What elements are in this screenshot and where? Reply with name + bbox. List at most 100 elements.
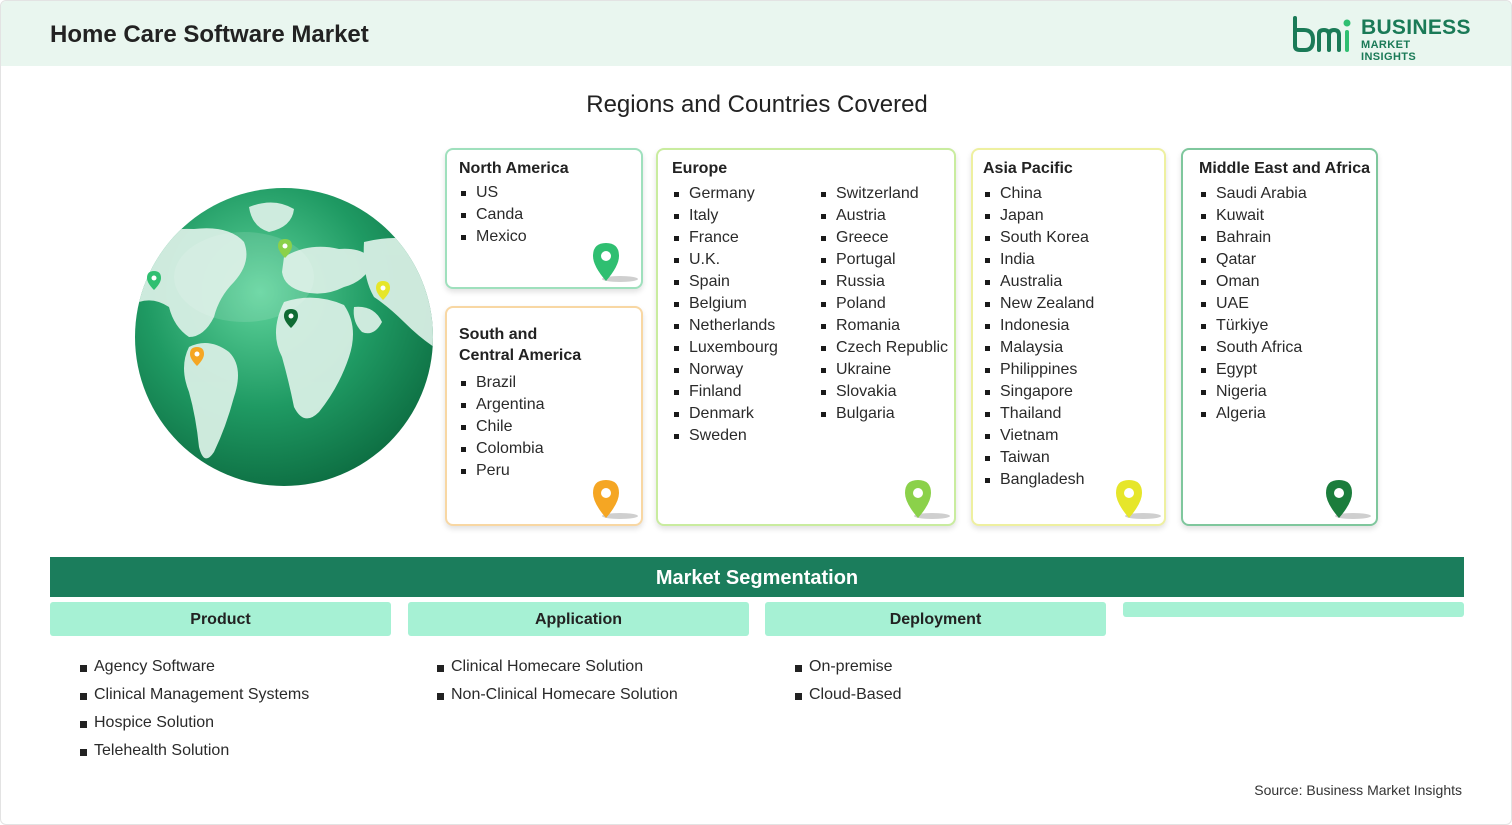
- country-item: Saudi Arabia: [1199, 183, 1307, 205]
- country-item: Philippines: [983, 359, 1094, 381]
- country-item: New Zealand: [983, 293, 1094, 315]
- region-card-europe: Europe Germany Italy France U.K. Spain B…: [656, 148, 956, 526]
- region-title-line2: Central America: [459, 347, 582, 364]
- segment-header-deployment: Deployment: [765, 602, 1106, 636]
- brand-logo: BUSINESS MARKET INSIGHTS: [1291, 16, 1470, 63]
- country-list: US Canda Mexico: [459, 182, 527, 248]
- header: Home Care Software Market BUSINESS MARKE…: [1, 1, 1511, 66]
- country-item: Austria: [819, 205, 948, 227]
- location-pin-icon: [593, 243, 638, 282]
- segment-item: Hospice Solution: [80, 709, 309, 737]
- country-item: France: [672, 227, 778, 249]
- country-item: Bangladesh: [983, 469, 1094, 491]
- country-item: Czech Republic: [819, 337, 948, 359]
- segment-item: Cloud-Based: [795, 681, 902, 709]
- page-frame: Home Care Software Market BUSINESS MARKE…: [0, 0, 1512, 825]
- country-item: Switzerland: [819, 183, 948, 205]
- country-item: UAE: [1199, 293, 1307, 315]
- page-title: Home Care Software Market: [50, 21, 369, 48]
- country-item: Australia: [983, 271, 1094, 293]
- country-item: Singapore: [983, 381, 1094, 403]
- location-pin-icon: [593, 480, 638, 519]
- region-card-south-central-america: South and Central America Brazil Argenti…: [445, 306, 643, 526]
- country-item: Argentina: [459, 394, 545, 416]
- country-list: Saudi Arabia Kuwait Bahrain Qatar Oman U…: [1199, 183, 1307, 425]
- country-item: Bahrain: [1199, 227, 1307, 249]
- region-card-asia-pacific: Asia Pacific China Japan South Korea Ind…: [971, 148, 1166, 526]
- region-title: South and Central America: [459, 324, 581, 366]
- segment-item: Clinical Management Systems: [80, 681, 309, 709]
- logo-text-line2: MARKET INSIGHTS: [1361, 39, 1417, 63]
- country-list-col1: Germany Italy France U.K. Spain Belgium …: [672, 183, 778, 447]
- section-subtitle: Regions and Countries Covered: [586, 91, 928, 118]
- country-item: Norway: [672, 359, 778, 381]
- country-item: Türkiye: [1199, 315, 1307, 337]
- country-item: Peru: [459, 460, 545, 482]
- segment-item: Telehealth Solution: [80, 737, 309, 765]
- country-item: Chile: [459, 416, 545, 438]
- region-card-north-america: North America US Canda Mexico: [445, 148, 643, 289]
- country-item: Colombia: [459, 438, 545, 460]
- country-item: U.K.: [672, 249, 778, 271]
- region-title: Middle East and Africa: [1199, 160, 1370, 177]
- country-item: Slovakia: [819, 381, 948, 403]
- segment-header-empty: [1123, 602, 1464, 617]
- country-item: India: [983, 249, 1094, 271]
- logo-text-line1: BUSINESS: [1361, 16, 1471, 39]
- country-item: Italy: [672, 205, 778, 227]
- country-list-col2: Switzerland Austria Greece Portugal Russ…: [819, 183, 948, 425]
- country-item: Bulgaria: [819, 403, 948, 425]
- globe-illustration: [134, 187, 434, 487]
- country-item: Russia: [819, 271, 948, 293]
- segment-list-deployment: On-premise Cloud-Based: [795, 653, 902, 709]
- segment-item: On-premise: [795, 653, 902, 681]
- country-item: Japan: [983, 205, 1094, 227]
- location-pin-icon: [1326, 480, 1371, 519]
- country-item: Brazil: [459, 372, 545, 394]
- country-item: Canda: [459, 204, 527, 226]
- region-card-middle-east-africa: Middle East and Africa Saudi Arabia Kuwa…: [1181, 148, 1378, 526]
- country-item: Portugal: [819, 249, 948, 271]
- country-item: Greece: [819, 227, 948, 249]
- country-item: Indonesia: [983, 315, 1094, 337]
- country-item: Luxembourg: [672, 337, 778, 359]
- segmentation-title-bar: Market Segmentation: [50, 557, 1464, 597]
- segment-item: Non-Clinical Homecare Solution: [437, 681, 678, 709]
- country-item: Qatar: [1199, 249, 1307, 271]
- segment-list-product: Agency Software Clinical Management Syst…: [80, 653, 309, 765]
- country-item: Belgium: [672, 293, 778, 315]
- country-item: Finland: [672, 381, 778, 403]
- segment-list-application: Clinical Homecare Solution Non-Clinical …: [437, 653, 678, 709]
- segment-header-application: Application: [408, 602, 749, 636]
- country-item: South Korea: [983, 227, 1094, 249]
- country-item: Egypt: [1199, 359, 1307, 381]
- region-title: Asia Pacific: [983, 160, 1073, 177]
- country-item: Ukraine: [819, 359, 948, 381]
- region-title: North America: [459, 160, 569, 177]
- country-item: China: [983, 183, 1094, 205]
- country-item: US: [459, 182, 527, 204]
- location-pin-icon: [905, 480, 950, 519]
- segment-item: Clinical Homecare Solution: [437, 653, 678, 681]
- country-list: China Japan South Korea India Australia …: [983, 183, 1094, 491]
- country-item: Algeria: [1199, 403, 1307, 425]
- region-title: Europe: [672, 160, 728, 177]
- country-item: Taiwan: [983, 447, 1094, 469]
- country-item: Germany: [672, 183, 778, 205]
- country-item: Malaysia: [983, 337, 1094, 359]
- country-item: Romania: [819, 315, 948, 337]
- country-item: Sweden: [672, 425, 778, 447]
- bmi-logo-icon: [1293, 16, 1351, 52]
- country-item: Kuwait: [1199, 205, 1307, 227]
- country-item: Thailand: [983, 403, 1094, 425]
- country-item: Oman: [1199, 271, 1307, 293]
- country-list: Brazil Argentina Chile Colombia Peru: [459, 372, 545, 482]
- region-title-line1: South and: [459, 326, 538, 343]
- source-note: Source: Business Market Insights: [1254, 782, 1462, 798]
- country-item: Netherlands: [672, 315, 778, 337]
- country-item: Poland: [819, 293, 948, 315]
- segment-item: Agency Software: [80, 653, 309, 681]
- country-item: Vietnam: [983, 425, 1094, 447]
- location-pin-icon: [1116, 480, 1161, 519]
- country-item: Spain: [672, 271, 778, 293]
